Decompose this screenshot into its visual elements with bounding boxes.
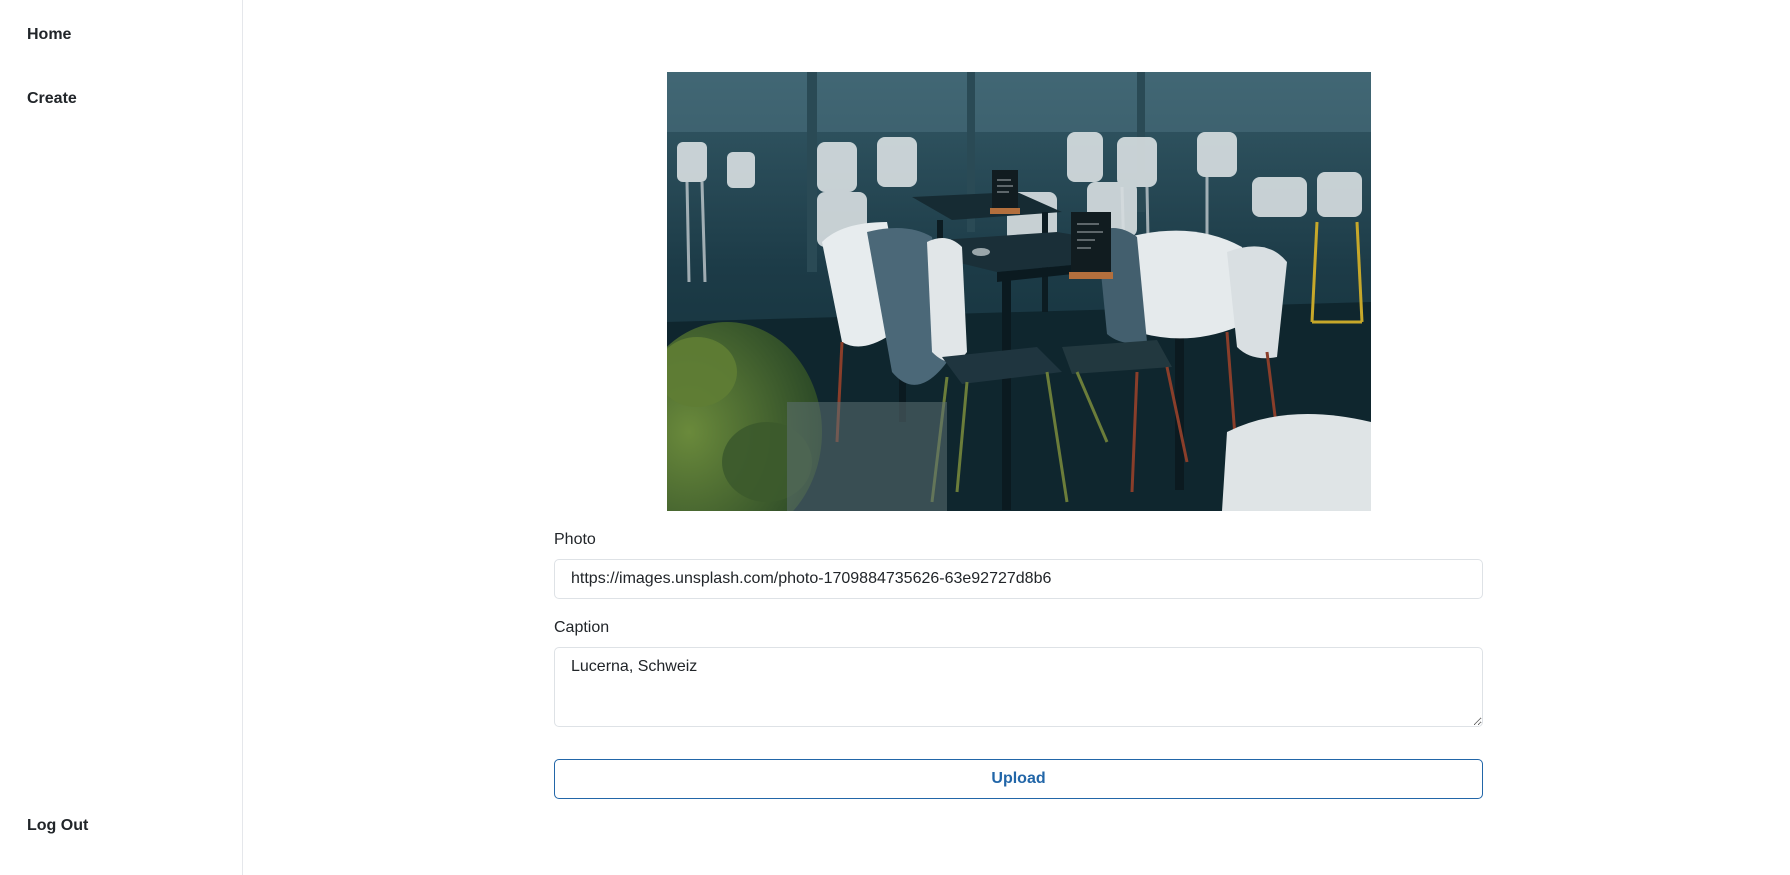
app-root: Home Create Log Out Photo https://images… xyxy=(0,0,1790,875)
caption-label: Caption xyxy=(554,619,610,636)
photo-preview xyxy=(666,72,1371,511)
main-content: Photo Caption Lucerna, Schweiz Upload xyxy=(244,0,1790,875)
sidebar-item-create[interactable]: Create xyxy=(27,90,77,108)
sidebar-item-home[interactable]: Home xyxy=(27,26,71,44)
photo-label: Photo xyxy=(554,531,596,548)
sidebar: Home Create Log Out xyxy=(0,0,243,875)
photo-preview-image xyxy=(666,72,1371,511)
caption-textarea[interactable]: Lucerna, Schweiz xyxy=(554,647,1483,727)
sidebar-item-logout[interactable]: Log Out xyxy=(27,817,88,835)
upload-button[interactable]: Upload xyxy=(554,759,1483,799)
photo-url-input[interactable] xyxy=(554,559,1483,599)
upload-form: Photo Caption Lucerna, Schweiz Upload xyxy=(554,72,1483,799)
